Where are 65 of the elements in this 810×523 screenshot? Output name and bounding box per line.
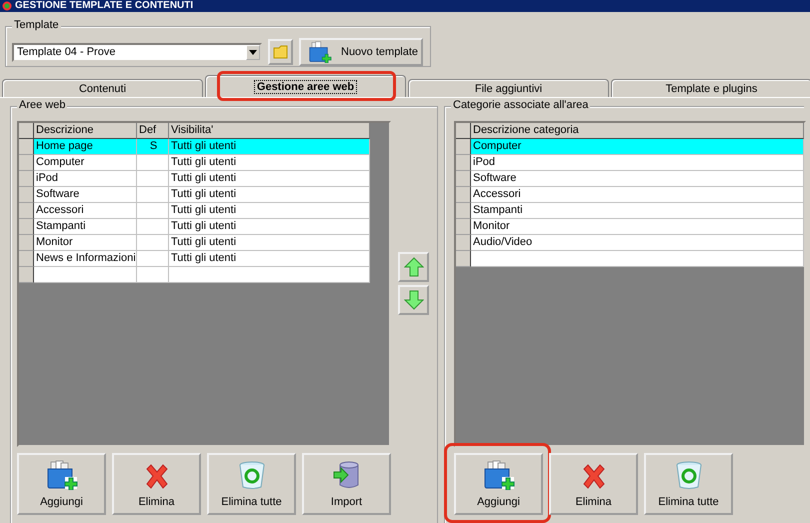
tab[interactable]: Contenuti <box>2 79 203 97</box>
table-cell[interactable]: Home page <box>34 139 137 155</box>
tab[interactable]: Gestione aree web <box>205 75 406 97</box>
table-cell[interactable] <box>137 251 169 267</box>
folder-button[interactable] <box>268 39 293 65</box>
table-cell[interactable]: Computer <box>34 155 137 171</box>
folder-icon <box>272 44 290 60</box>
toolbar-button[interactable]: Elimina <box>112 453 201 515</box>
table-cell[interactable]: Stampanti <box>471 203 804 219</box>
table-cell[interactable]: iPod <box>34 171 137 187</box>
table-cell[interactable]: News e Informazioni <box>34 251 137 267</box>
box-plus-icon <box>44 460 78 490</box>
up-arrow-icon <box>404 257 424 277</box>
group-label: Categorie associate all'area <box>451 99 590 111</box>
table-cell[interactable]: Tutti gli utenti <box>169 203 370 219</box>
table-cell[interactable]: Tutti gli utenti <box>169 235 370 251</box>
column-header[interactable]: Descrizione <box>34 123 137 139</box>
column-header[interactable]: Def <box>137 123 169 139</box>
table-cell[interactable] <box>137 203 169 219</box>
table-cell[interactable]: Audio/Video <box>471 235 804 251</box>
recycle-bin-icon <box>238 460 266 490</box>
table-cell[interactable] <box>137 235 169 251</box>
table-cell[interactable]: Accessori <box>34 203 137 219</box>
table-cell[interactable]: Software <box>471 171 804 187</box>
move-up-button[interactable] <box>398 252 429 282</box>
box-plus-icon <box>482 460 516 490</box>
table-cell[interactable]: Tutti gli utenti <box>169 155 370 171</box>
table-cell[interactable]: Tutti gli utenti <box>169 139 370 155</box>
new-template-button[interactable]: Nuovo template <box>299 38 423 66</box>
recycle-bin-icon <box>674 460 702 490</box>
table-cell[interactable]: Tutti gli utenti <box>169 171 370 187</box>
table-cell[interactable]: Accessori <box>471 187 804 203</box>
table-cell[interactable] <box>137 155 169 171</box>
down-arrow-icon <box>404 290 424 310</box>
app-icon <box>2 1 12 11</box>
toolbar-button[interactable]: Elimina <box>549 453 638 515</box>
table-cell[interactable]: Monitor <box>34 235 137 251</box>
table-cell[interactable]: Tutti gli utenti <box>169 219 370 235</box>
group-label: Aree web <box>17 99 68 111</box>
toolbar-button[interactable]: Elimina tutte <box>644 453 733 515</box>
group-label: Template <box>12 19 61 31</box>
table-cell[interactable]: Monitor <box>471 219 804 235</box>
box-plus-icon <box>307 41 333 63</box>
toolbar-button[interactable]: Aggiungi <box>17 453 106 515</box>
column-header[interactable]: Visibilita' <box>169 123 370 139</box>
table-cell[interactable] <box>137 219 169 235</box>
tab[interactable]: File aggiuntivi <box>408 79 609 97</box>
table-cell[interactable]: Software <box>34 187 137 203</box>
table-cell[interactable]: Tutti gli utenti <box>169 251 370 267</box>
table-cell[interactable]: iPod <box>471 155 804 171</box>
toolbar-button[interactable]: Import <box>302 453 391 515</box>
table-cell[interactable] <box>137 187 169 203</box>
toolbar-button[interactable]: Elimina tutte <box>207 453 296 515</box>
window-title: GESTIONE TEMPLATE E CONTENUTI <box>15 0 194 12</box>
table-cell[interactable]: S <box>137 139 169 155</box>
template-dropdown[interactable]: Template 04 - Prove <box>12 42 262 62</box>
database-arrow-icon <box>332 460 362 490</box>
move-down-button[interactable] <box>398 285 429 315</box>
table-cell[interactable]: Stampanti <box>34 219 137 235</box>
table-cell[interactable]: Computer <box>471 139 804 155</box>
table-cell[interactable] <box>137 171 169 187</box>
table-cell[interactable]: Tutti gli utenti <box>169 187 370 203</box>
tab[interactable]: Template e plugins <box>611 79 810 97</box>
column-header[interactable]: Descrizione categoria <box>471 123 804 139</box>
toolbar-button[interactable]: Aggiungi <box>454 453 543 515</box>
